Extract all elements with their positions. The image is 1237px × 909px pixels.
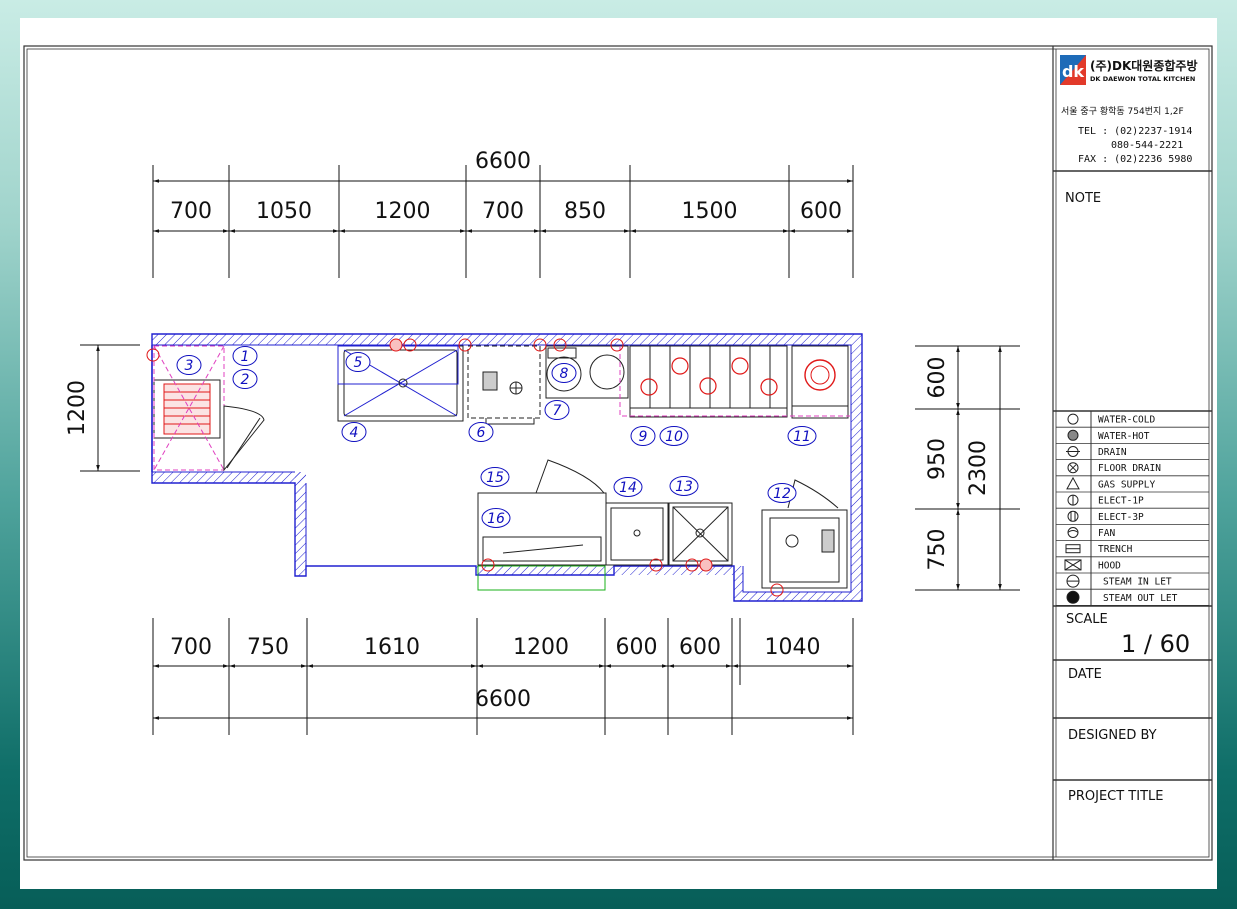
hood-icon <box>1064 559 1082 571</box>
legend-label: ELECT-3P <box>1098 512 1144 523</box>
dimension-label: 950 <box>925 438 950 480</box>
dimension-label: 700 <box>482 199 524 224</box>
svg-text:13: 13 <box>675 479 693 495</box>
scale-label: SCALE <box>1066 612 1108 627</box>
equipment-tag: 2 <box>232 369 258 389</box>
equipment-tag: 15 <box>480 467 510 487</box>
elect-1p-icon <box>1067 494 1079 506</box>
svg-text:4: 4 <box>350 425 359 441</box>
dimension-label: 600 <box>679 635 721 660</box>
equipment-tag: 12 <box>767 483 797 503</box>
equipment-tag: 16 <box>481 508 511 528</box>
project-title-label: PROJECT TITLE <box>1068 789 1163 804</box>
legend-label: FLOOR DRAIN <box>1098 463 1161 474</box>
equipment-tag: 10 <box>659 426 689 446</box>
company-logo: dk <box>1060 55 1086 85</box>
dimension-label: 850 <box>564 199 606 224</box>
equipment-tag: 5 <box>345 352 371 372</box>
svg-text:2: 2 <box>241 372 250 388</box>
company-name: (주)DK대원종합주방 <box>1090 58 1198 73</box>
dimension-label: 600 <box>616 635 658 660</box>
legend-label: TRENCH <box>1098 544 1133 555</box>
legend-label: STEAM IN LET <box>1103 577 1172 588</box>
dimension-label: 1610 <box>364 635 420 660</box>
svg-text:1: 1 <box>241 349 250 365</box>
dimension-label: 1200 <box>375 199 431 224</box>
legend-label: FAN <box>1098 528 1115 539</box>
water-cold-icon <box>1067 413 1079 425</box>
svg-text:3: 3 <box>185 358 194 374</box>
svg-text:6: 6 <box>477 425 486 441</box>
sheet-inner-border <box>26 48 1210 858</box>
company-tel: TEL : (02)2237-1914 <box>1078 126 1192 137</box>
dimension-label: 600 <box>925 357 950 399</box>
company-fax: FAX : (02)2236 5980 <box>1078 154 1192 165</box>
sheet-outer-border <box>23 45 1213 861</box>
legend-label: DRAIN <box>1098 447 1127 458</box>
company-name-en: DK DAEWON TOTAL KITCHEN <box>1090 75 1195 83</box>
legend-label: ELECT-1P <box>1098 496 1144 507</box>
elect-3p-icon <box>1067 510 1079 522</box>
company-address: 서울 중구 황학동 754번지 1,2F <box>1061 106 1184 117</box>
legend-label: GAS SUPPLY <box>1098 479 1155 490</box>
svg-text:7: 7 <box>553 403 562 419</box>
equipment-tag: 1 <box>232 346 258 366</box>
dimension-label: 1200 <box>65 380 90 436</box>
trench-icon <box>1065 544 1081 554</box>
company-tel-2: 080-544-2221 <box>1111 140 1183 151</box>
equipment-tag: 14 <box>613 477 643 497</box>
equipment-tag: 8 <box>551 363 577 383</box>
svg-text:12: 12 <box>773 486 791 502</box>
steam-out-let-icon <box>1066 590 1080 604</box>
designed-by-label: DESIGNED BY <box>1068 728 1157 743</box>
dimension-label: 1050 <box>256 199 312 224</box>
gas-supply-icon <box>1066 476 1080 490</box>
dimension-label: 2300 <box>966 440 991 496</box>
svg-text:16: 16 <box>487 511 505 527</box>
equipment-tag: 7 <box>544 400 570 420</box>
steam-in-let-icon <box>1066 574 1080 588</box>
dimension-label: 1200 <box>513 635 569 660</box>
title-block: dk (주)DK대원종합주방 DK DAEWON TOTAL KITCHEN 서… <box>1052 46 1212 860</box>
legend-label: WATER-HOT <box>1098 431 1150 442</box>
equipment-tag: 11 <box>787 426 817 446</box>
note-label: NOTE <box>1065 191 1101 206</box>
dimension-label: 700 <box>170 199 212 224</box>
drain-icon <box>1066 446 1080 457</box>
kitchen-floor-plan: dk (주)DK대원종합주방 DK DAEWON TOTAL KITCHEN 서… <box>23 45 1213 861</box>
dimension-label: 6600 <box>475 149 531 174</box>
equipment-tag: 3 <box>176 355 202 375</box>
legend-label: HOOD <box>1098 560 1121 571</box>
dimension-label: 1500 <box>682 199 738 224</box>
svg-text:15: 15 <box>486 470 504 486</box>
dimension-label: 1040 <box>765 635 821 660</box>
dimension-lines: 6600700 1050 1200 700 850 1500 600700 750 1610 12… <box>65 149 1020 735</box>
equipment-tag: 9 <box>630 426 656 446</box>
dimension-label: 750 <box>925 529 950 571</box>
dimension-label: 600 <box>800 199 842 224</box>
legend-label: STEAM OUT LET <box>1103 593 1178 604</box>
svg-text:9: 9 <box>639 429 648 445</box>
date-label: DATE <box>1068 667 1102 682</box>
dimension-label: 700 <box>170 635 212 660</box>
legend-table: WATER-COLD WATER-HOT DRAIN FLOOR DRAIN GAS S… <box>1056 411 1209 606</box>
svg-text:11: 11 <box>793 429 811 445</box>
dimension-label: 6600 <box>475 687 531 712</box>
floor-drain-icon <box>1067 462 1079 474</box>
water-hot-icon <box>1067 429 1079 441</box>
svg-text:14: 14 <box>619 480 637 496</box>
svg-text:5: 5 <box>354 355 363 371</box>
scale-value: 1 / 60 <box>1121 630 1190 658</box>
equipment-tag: 13 <box>669 476 699 496</box>
fan-icon <box>1067 527 1079 538</box>
equipment-layout <box>153 345 850 591</box>
legend-label: WATER-COLD <box>1098 415 1155 426</box>
dimension-label: 750 <box>247 635 289 660</box>
equipment-tag: 4 <box>341 422 367 442</box>
svg-text:8: 8 <box>560 366 569 382</box>
equipment-tag: 6 <box>468 422 494 442</box>
logo-mark: dk <box>1062 62 1084 81</box>
svg-text:10: 10 <box>665 429 683 445</box>
